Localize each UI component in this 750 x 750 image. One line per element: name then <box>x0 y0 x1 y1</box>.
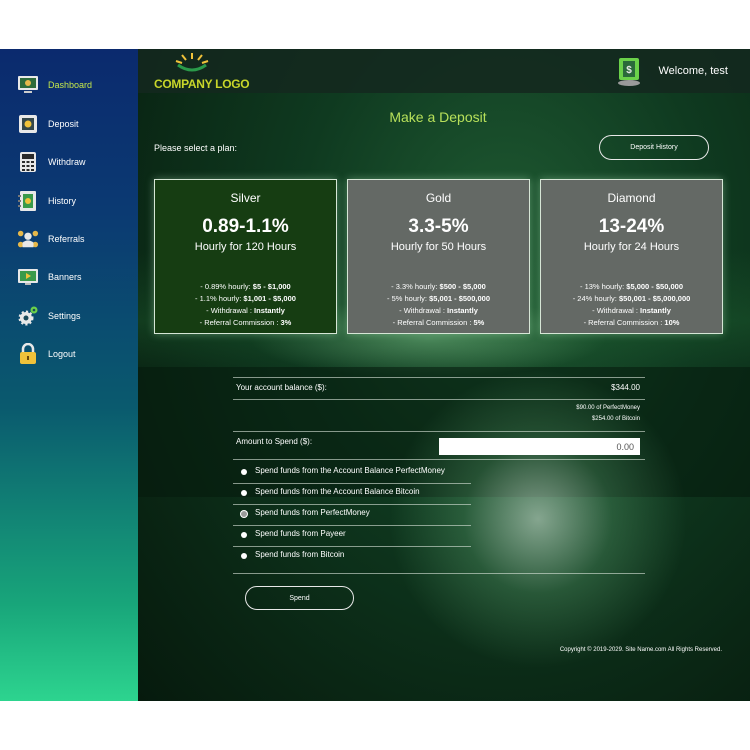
sidebar-item-label: History <box>48 196 77 206</box>
people-network-icon <box>17 228 39 250</box>
book-icon <box>17 190 39 212</box>
safe-icon <box>17 113 39 135</box>
divider <box>233 431 645 432</box>
radio-button[interactable] <box>241 490 247 496</box>
plan-duration: Hourly for 120 Hours <box>194 241 297 253</box>
sidebar-item-label: Settings <box>48 311 81 321</box>
monitor-icon <box>17 74 39 96</box>
radio-button-selected[interactable] <box>241 511 247 517</box>
payment-option-label: Spend funds from PerfectMoney <box>255 508 370 517</box>
banner-screen-icon <box>17 266 39 288</box>
sidebar-item-label: Banners <box>48 272 82 282</box>
plan-name: Gold <box>425 191 452 205</box>
sidebar-item-deposit[interactable]: Deposit <box>0 109 138 139</box>
dollar-shield-icon: $ <box>618 58 640 86</box>
sidebar-item-label: Logout <box>48 349 76 359</box>
radio-button[interactable] <box>241 553 247 559</box>
payment-option[interactable]: Spend funds from the Account Balance Per… <box>233 463 471 484</box>
svg-text:$: $ <box>626 65 632 76</box>
payment-option[interactable]: Spend funds from Bitcoin <box>233 547 471 568</box>
calculator-icon <box>17 151 39 173</box>
plan-duration: Hourly for 24 Hours <box>583 241 680 253</box>
logo-text: COMPANY LOGO <box>154 77 250 91</box>
plan-rate: 3.3-5% <box>408 216 469 237</box>
radio-button[interactable] <box>241 532 247 538</box>
plan-details: - 3.3% hourly: $500 - $5,000 - 5% hourly… <box>387 282 490 327</box>
balance-label: Your account balance ($): <box>236 383 327 392</box>
sidebar: Dashboard Deposit Withdraw History Refer… <box>0 49 138 701</box>
plan-duration: Hourly for 50 Hours <box>390 241 487 253</box>
divider <box>233 459 645 460</box>
lock-icon <box>17 343 39 365</box>
welcome-text: Welcome, test <box>658 65 729 77</box>
amount-label: Amount to Spend ($): <box>236 437 313 446</box>
plan-card-silver[interactable]: Silver 0.89-1.1% Hourly for 120 Hours - … <box>154 179 337 334</box>
sidebar-item-dashboard[interactable]: Dashboard <box>0 70 138 100</box>
plan-name: Silver <box>230 191 261 205</box>
payment-option[interactable]: Spend funds from Payeer <box>233 526 471 547</box>
main-content: COMPANY LOGO $ Welcome, test Make a Depo… <box>138 49 750 701</box>
sidebar-item-label: Referrals <box>48 234 85 244</box>
sidebar-item-label: Dashboard <box>48 80 93 90</box>
plan-details: - 13% hourly: $5,000 - $50,000 - 24% hou… <box>572 282 691 327</box>
payment-option[interactable]: Spend funds from the Account Balance Bit… <box>233 484 471 505</box>
sidebar-item-history[interactable]: History <box>0 186 138 216</box>
sidebar-item-referrals[interactable]: Referrals <box>0 224 138 254</box>
plan-details: - 0.89% hourly: $5 - $1,000 - 1.1% hourl… <box>195 282 296 327</box>
sun-icon <box>175 53 209 72</box>
payment-option-label: Spend funds from Payeer <box>255 529 346 538</box>
sidebar-item-withdraw[interactable]: Withdraw <box>0 147 138 177</box>
sidebar-item-banners[interactable]: Banners <box>0 262 138 292</box>
sidebar-item-label: Withdraw <box>48 157 86 167</box>
divider <box>233 399 645 400</box>
select-plan-label: Please select a plan: <box>154 143 238 153</box>
payment-option-label: Spend funds from the Account Balance Per… <box>255 466 445 475</box>
plan-rate: 13-24% <box>598 216 665 237</box>
payment-option[interactable]: Spend funds from PerfectMoney <box>233 505 471 526</box>
page-title: Make a Deposit <box>389 109 487 125</box>
payment-option-label: Spend funds from Bitcoin <box>255 550 345 559</box>
plan-name: Diamond <box>607 191 656 205</box>
topbar: COMPANY LOGO $ Welcome, test <box>138 49 750 93</box>
deposit-history-button[interactable]: Deposit History <box>599 135 709 160</box>
divider <box>233 377 645 378</box>
company-logo[interactable]: COMPANY LOGO <box>154 51 250 91</box>
copyright-text: Copyright © 2019-2029. Site Name.com All… <box>559 647 722 653</box>
balance-bitcoin: $254.00 of Bitcoin <box>591 416 640 422</box>
sidebar-item-label: Deposit <box>48 119 79 129</box>
sidebar-item-settings[interactable]: Settings <box>0 301 138 331</box>
balance-perfectmoney: $90.00 of PerfectMoney <box>576 405 640 411</box>
divider <box>233 573 645 574</box>
plan-card-diamond[interactable]: Diamond 13-24% Hourly for 24 Hours - 13%… <box>540 179 723 334</box>
gear-icon <box>17 305 39 327</box>
app-frame: Dashboard Deposit Withdraw History Refer… <box>0 49 750 701</box>
plan-rate: 0.89-1.1% <box>202 216 289 237</box>
payment-option-label: Spend funds from the Account Balance Bit… <box>255 487 420 496</box>
spend-button[interactable]: Spend <box>245 586 354 610</box>
amount-input[interactable] <box>439 438 640 455</box>
radio-button[interactable] <box>241 469 247 475</box>
plan-card-gold[interactable]: Gold 3.3-5% Hourly for 50 Hours - 3.3% h… <box>347 179 530 334</box>
balance-value: $344.00 <box>611 383 640 392</box>
sidebar-item-logout[interactable]: Logout <box>0 339 138 369</box>
